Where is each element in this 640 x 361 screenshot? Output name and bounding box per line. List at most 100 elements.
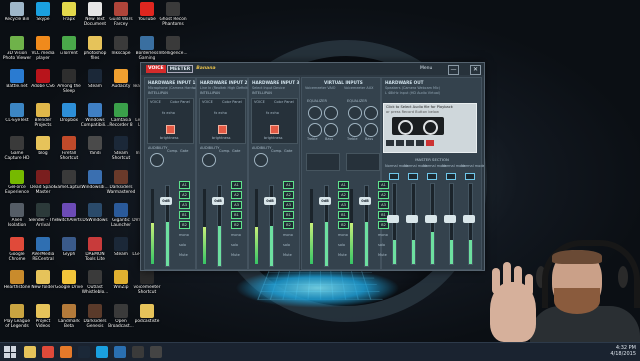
master-fader-cap[interactable]: [425, 215, 437, 223]
pan-point-icon[interactable]: [166, 125, 175, 134]
forward-button[interactable]: [396, 140, 404, 146]
menu-button[interactable]: Menu: [420, 66, 432, 71]
bus-button-a3[interactable]: A3: [338, 201, 349, 209]
mono-button[interactable]: mono: [338, 233, 348, 237]
strip-device[interactable]: Line In (Realtek High Definitio: [200, 86, 251, 90]
obs-icon[interactable]: [150, 346, 162, 358]
eq-knob[interactable]: [308, 106, 322, 120]
fader-cap[interactable]: 0dB: [264, 197, 276, 205]
bus-button-b1[interactable]: B1: [231, 211, 242, 219]
bus-button-b1[interactable]: B1: [283, 211, 294, 219]
bus-button-b2[interactable]: B2: [283, 221, 294, 229]
intellipan-panel[interactable]: VOICE Color Panel fx echo brightness: [199, 98, 246, 144]
desktop-icon[interactable]: voicemeeter Shortcut: [132, 270, 162, 304]
start-button-icon[interactable]: [4, 346, 16, 358]
mono-button[interactable]: mono: [283, 233, 293, 237]
out-device-2[interactable]: L 48kHz Input (HD Audio Virtual): [385, 91, 440, 95]
bus-button-a3[interactable]: A3: [231, 201, 242, 209]
bus-button-b2[interactable]: B2: [338, 221, 349, 229]
solo-button[interactable]: solo: [231, 243, 238, 247]
master-select-button[interactable]: [427, 173, 437, 180]
mute-button[interactable]: Mute: [378, 253, 387, 257]
rewind-button[interactable]: [386, 140, 394, 146]
master-select-button[interactable]: [389, 173, 399, 180]
mute-button[interactable]: Mute: [231, 253, 240, 257]
bus-button-a2[interactable]: A2: [231, 191, 242, 199]
master-select-button[interactable]: [446, 173, 456, 180]
bus-button-b2[interactable]: B2: [179, 221, 190, 229]
bus-button-a2[interactable]: A2: [338, 191, 349, 199]
bus-button-a1[interactable]: A1: [378, 181, 389, 189]
pan-point-icon[interactable]: [270, 125, 279, 134]
eq-knob[interactable]: [324, 123, 338, 137]
strip-title[interactable]: HARDWARE INPUT 1: [148, 80, 195, 85]
virtual-speaker-panel[interactable]: [346, 153, 380, 171]
master-select-button[interactable]: [465, 173, 475, 180]
bus-button-a3[interactable]: A3: [283, 201, 294, 209]
mono-button[interactable]: mono: [231, 233, 241, 237]
play-button[interactable]: [416, 140, 424, 146]
master-select-button[interactable]: [408, 173, 418, 180]
desktop-icon[interactable]: podcastiste: [132, 304, 162, 338]
fader-cap[interactable]: 0dB: [319, 197, 331, 205]
mono-button[interactable]: mono: [179, 233, 189, 237]
master-fader-cap[interactable]: [387, 215, 399, 223]
eq-knob[interactable]: [364, 123, 378, 137]
system-clock[interactable]: 4:32 PM 4/18/2015: [610, 345, 636, 357]
solo-button[interactable]: solo: [179, 243, 186, 247]
audibility-knob[interactable]: [254, 153, 268, 167]
chrome-icon[interactable]: [42, 346, 54, 358]
fader-cap[interactable]: 0dB: [359, 197, 371, 205]
master-fader[interactable]: [411, 183, 416, 265]
strip-device[interactable]: Select Input Device: [252, 86, 285, 90]
out-device[interactable]: Speakers (Camera Webcam Mic): [385, 86, 440, 90]
bus-button-a3[interactable]: A3: [378, 201, 389, 209]
eq-knob[interactable]: [364, 106, 378, 120]
bus-button-b2[interactable]: B2: [231, 221, 242, 229]
bus-button-a1[interactable]: A1: [179, 181, 190, 189]
file-explorer-icon[interactable]: [24, 346, 36, 358]
record-button[interactable]: [426, 140, 434, 146]
intellipan-panel[interactable]: VOICE Color Panel fx echo brightness: [251, 98, 298, 144]
bus-button-a2[interactable]: A2: [378, 191, 389, 199]
voicemeeter-titlebar[interactable]: VOICE MEETER Banana Menu — ✕: [141, 63, 484, 75]
strip-title[interactable]: HARDWARE INPUT 2: [200, 80, 247, 85]
fader-cap[interactable]: 0dB: [160, 197, 172, 205]
mute-button[interactable]: Mute: [179, 253, 188, 257]
master-fader[interactable]: [449, 183, 454, 265]
strip-device[interactable]: Microphone (Camera Hardware): [148, 86, 202, 90]
strip-title[interactable]: HARDWARE INPUT 3: [252, 80, 299, 85]
firefox-icon[interactable]: [60, 346, 72, 358]
master-fader-cap[interactable]: [406, 215, 418, 223]
desktop-icon[interactable]: Ghost Recon Phantoms: [158, 2, 188, 36]
virtual-speaker-panel[interactable]: [306, 153, 340, 171]
stop-button[interactable]: [406, 140, 414, 146]
photoshop-icon[interactable]: [114, 346, 126, 358]
bus-button-a3[interactable]: A3: [179, 201, 190, 209]
bus-button-b1[interactable]: B1: [179, 211, 190, 219]
steam-icon[interactable]: [78, 346, 90, 358]
master-mode-label[interactable]: Normal mode: [461, 164, 485, 168]
bus-button-a2[interactable]: A2: [283, 191, 294, 199]
pan-point-icon[interactable]: [218, 125, 227, 134]
master-fader[interactable]: [430, 183, 435, 265]
mute-button[interactable]: Mute: [338, 253, 347, 257]
eq-knob[interactable]: [348, 106, 362, 120]
audibility-knob[interactable]: [150, 153, 164, 167]
eq-knob[interactable]: [324, 106, 338, 120]
audibility-knob[interactable]: [202, 153, 216, 167]
mono-button[interactable]: mono: [378, 233, 388, 237]
close-button[interactable]: ✕: [470, 65, 481, 75]
solo-button[interactable]: solo: [338, 243, 345, 247]
fader-cap[interactable]: 0dB: [212, 197, 224, 205]
bus-button-a1[interactable]: A1: [231, 181, 242, 189]
skype-icon[interactable]: [96, 346, 108, 358]
cassette-recorder[interactable]: Click to Select Audio file for Playback …: [383, 103, 477, 153]
voicemeeter-icon[interactable]: [132, 346, 144, 358]
minimize-button[interactable]: —: [448, 65, 459, 75]
bus-button-b1[interactable]: B1: [338, 211, 349, 219]
eq-knob[interactable]: [308, 123, 322, 137]
eq-knob[interactable]: [348, 123, 362, 137]
solo-button[interactable]: solo: [283, 243, 290, 247]
bus-button-a1[interactable]: A1: [283, 181, 294, 189]
